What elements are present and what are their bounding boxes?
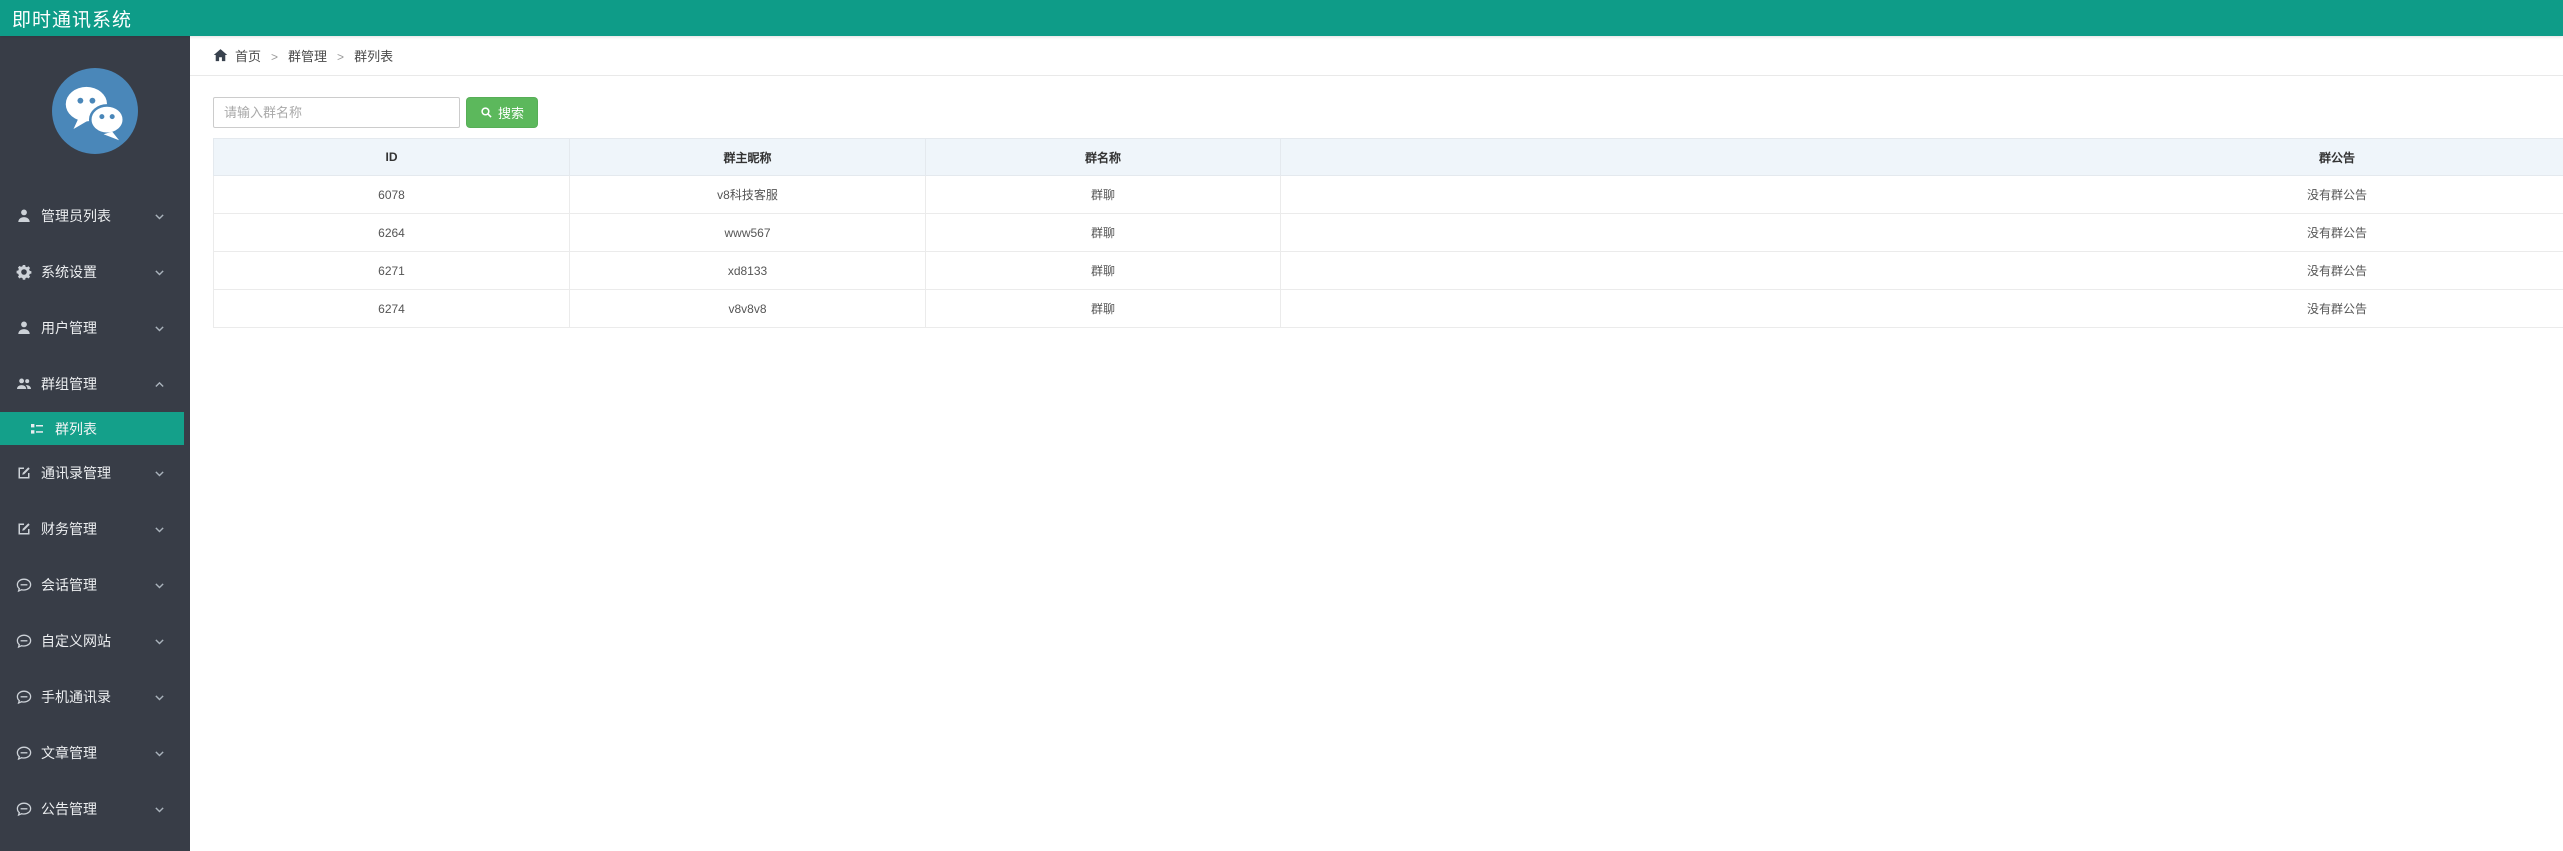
- chevron-down-icon: [153, 523, 166, 536]
- wechat-logo-icon: [52, 68, 138, 154]
- table-cell: 群聊: [925, 175, 1281, 214]
- app-title: 即时通讯系统: [12, 9, 133, 31]
- table-header-row: ID 群主昵称 群名称 群公告: [213, 138, 2563, 176]
- sidebar: 管理员列表 系统设置 用户管理 群组管理 群列表 通讯录管理 财务管理 会话管理 自定义网站 手机…: [0, 36, 190, 851]
- table-cell: 群聊: [925, 213, 1281, 252]
- sidebar-item[interactable]: 群组管理: [0, 356, 190, 412]
- breadcrumb-item[interactable]: 群列表: [354, 49, 393, 64]
- sidebar-item[interactable]: 系统设置: [0, 244, 190, 300]
- sidebar-item[interactable]: 文章管理: [0, 725, 190, 781]
- table-cell: v8科技客服: [569, 175, 926, 214]
- breadcrumb: 首页 > 群管理 > 群列表: [190, 36, 2563, 76]
- edit-icon: [15, 521, 32, 538]
- edit-icon: [15, 465, 32, 482]
- breadcrumb-separator: >: [271, 50, 279, 64]
- user-icon: [15, 320, 32, 337]
- chevron-down-icon: [153, 467, 166, 480]
- table-column-header: 群名称: [925, 138, 1281, 176]
- gear-icon: [15, 264, 32, 281]
- table-cell: xd8133: [569, 251, 926, 290]
- search-button[interactable]: 搜索: [466, 97, 538, 128]
- sidebar-item[interactable]: 用户管理: [0, 300, 190, 356]
- sidebar-item[interactable]: 公告管理: [0, 781, 190, 837]
- sidebar-item[interactable]: 自定义网站: [0, 613, 190, 669]
- users-icon: [15, 376, 32, 393]
- app-logo: [0, 36, 190, 180]
- sidebar-item[interactable]: 通讯录管理: [0, 445, 190, 501]
- table-column-header: 群公告: [1280, 138, 2563, 176]
- sidebar-subitem[interactable]: 群列表: [0, 412, 184, 445]
- table-row: 6274 v8v8v8 群聊 没有群公告: [213, 289, 2563, 328]
- table-cell: 没有群公告: [1280, 289, 2563, 328]
- search-button-label: 搜索: [497, 106, 524, 121]
- breadcrumb-item[interactable]: 群管理: [288, 49, 327, 64]
- chevron-down-icon: [153, 210, 166, 223]
- table-cell: 6264: [213, 213, 570, 252]
- table-cell: www567: [569, 213, 926, 252]
- table-cell: 群聊: [925, 289, 1281, 328]
- group-table: ID 群主昵称 群名称 群公告 6078 v8科技客服 群聊 没有群公告 6264 www567…: [213, 138, 2563, 328]
- search-icon: [480, 106, 493, 119]
- table-column-header: ID: [213, 138, 570, 176]
- chevron-down-icon: [153, 322, 166, 335]
- home-icon: [213, 48, 228, 63]
- topbar: 即时通讯系统: [0, 0, 2563, 36]
- breadcrumb-item[interactable]: 首页: [235, 49, 261, 64]
- chevron-down-icon: [153, 266, 166, 279]
- list-icon: [28, 420, 45, 437]
- comment-icon: [15, 745, 32, 762]
- sidebar-nav: 管理员列表 系统设置 用户管理 群组管理 群列表 通讯录管理 财务管理 会话管理 自定义网站 手机…: [0, 180, 190, 837]
- table-cell: v8v8v8: [569, 289, 926, 328]
- search-toolbar: 搜索: [213, 97, 2563, 128]
- sidebar-item[interactable]: 会话管理: [0, 557, 190, 613]
- table-row: 6078 v8科技客服 群聊 没有群公告: [213, 175, 2563, 214]
- sidebar-item[interactable]: 管理员列表: [0, 188, 190, 244]
- chevron-down-icon: [153, 635, 166, 648]
- comment-icon: [15, 689, 32, 706]
- table-cell: 6078: [213, 175, 570, 214]
- chevron-up-icon: [153, 378, 166, 391]
- table-column-header: 群主昵称: [569, 138, 926, 176]
- table-cell: 6271: [213, 251, 570, 290]
- chevron-down-icon: [153, 803, 166, 816]
- sidebar-item[interactable]: 财务管理: [0, 501, 190, 557]
- table-cell: 没有群公告: [1280, 251, 2563, 290]
- comment-icon: [15, 633, 32, 650]
- chevron-down-icon: [153, 579, 166, 592]
- table-row: 6264 www567 群聊 没有群公告: [213, 213, 2563, 252]
- breadcrumb-separator: >: [337, 50, 345, 64]
- user-icon: [15, 208, 32, 225]
- sidebar-item[interactable]: 手机通讯录: [0, 669, 190, 725]
- table-cell: 没有群公告: [1280, 175, 2563, 214]
- chevron-down-icon: [153, 747, 166, 760]
- table-cell: 6274: [213, 289, 570, 328]
- main-content: 首页>群管理>群列表 搜索 ID群主昵称群名称群公告 6078v8科技客服群聊没…: [190, 36, 2563, 851]
- group-table-wrapper: ID 群主昵称 群名称 群公告 6078 v8科技客服 群聊 没有群公告 6264 www567…: [213, 138, 2563, 328]
- comment-icon: [15, 577, 32, 594]
- comment-icon: [15, 801, 32, 818]
- table-cell: 没有群公告: [1280, 213, 2563, 252]
- search-input[interactable]: [213, 97, 460, 128]
- chevron-down-icon: [153, 691, 166, 704]
- table-cell: 群聊: [925, 251, 1281, 290]
- table-row: 6271 xd8133 群聊 没有群公告: [213, 251, 2563, 290]
